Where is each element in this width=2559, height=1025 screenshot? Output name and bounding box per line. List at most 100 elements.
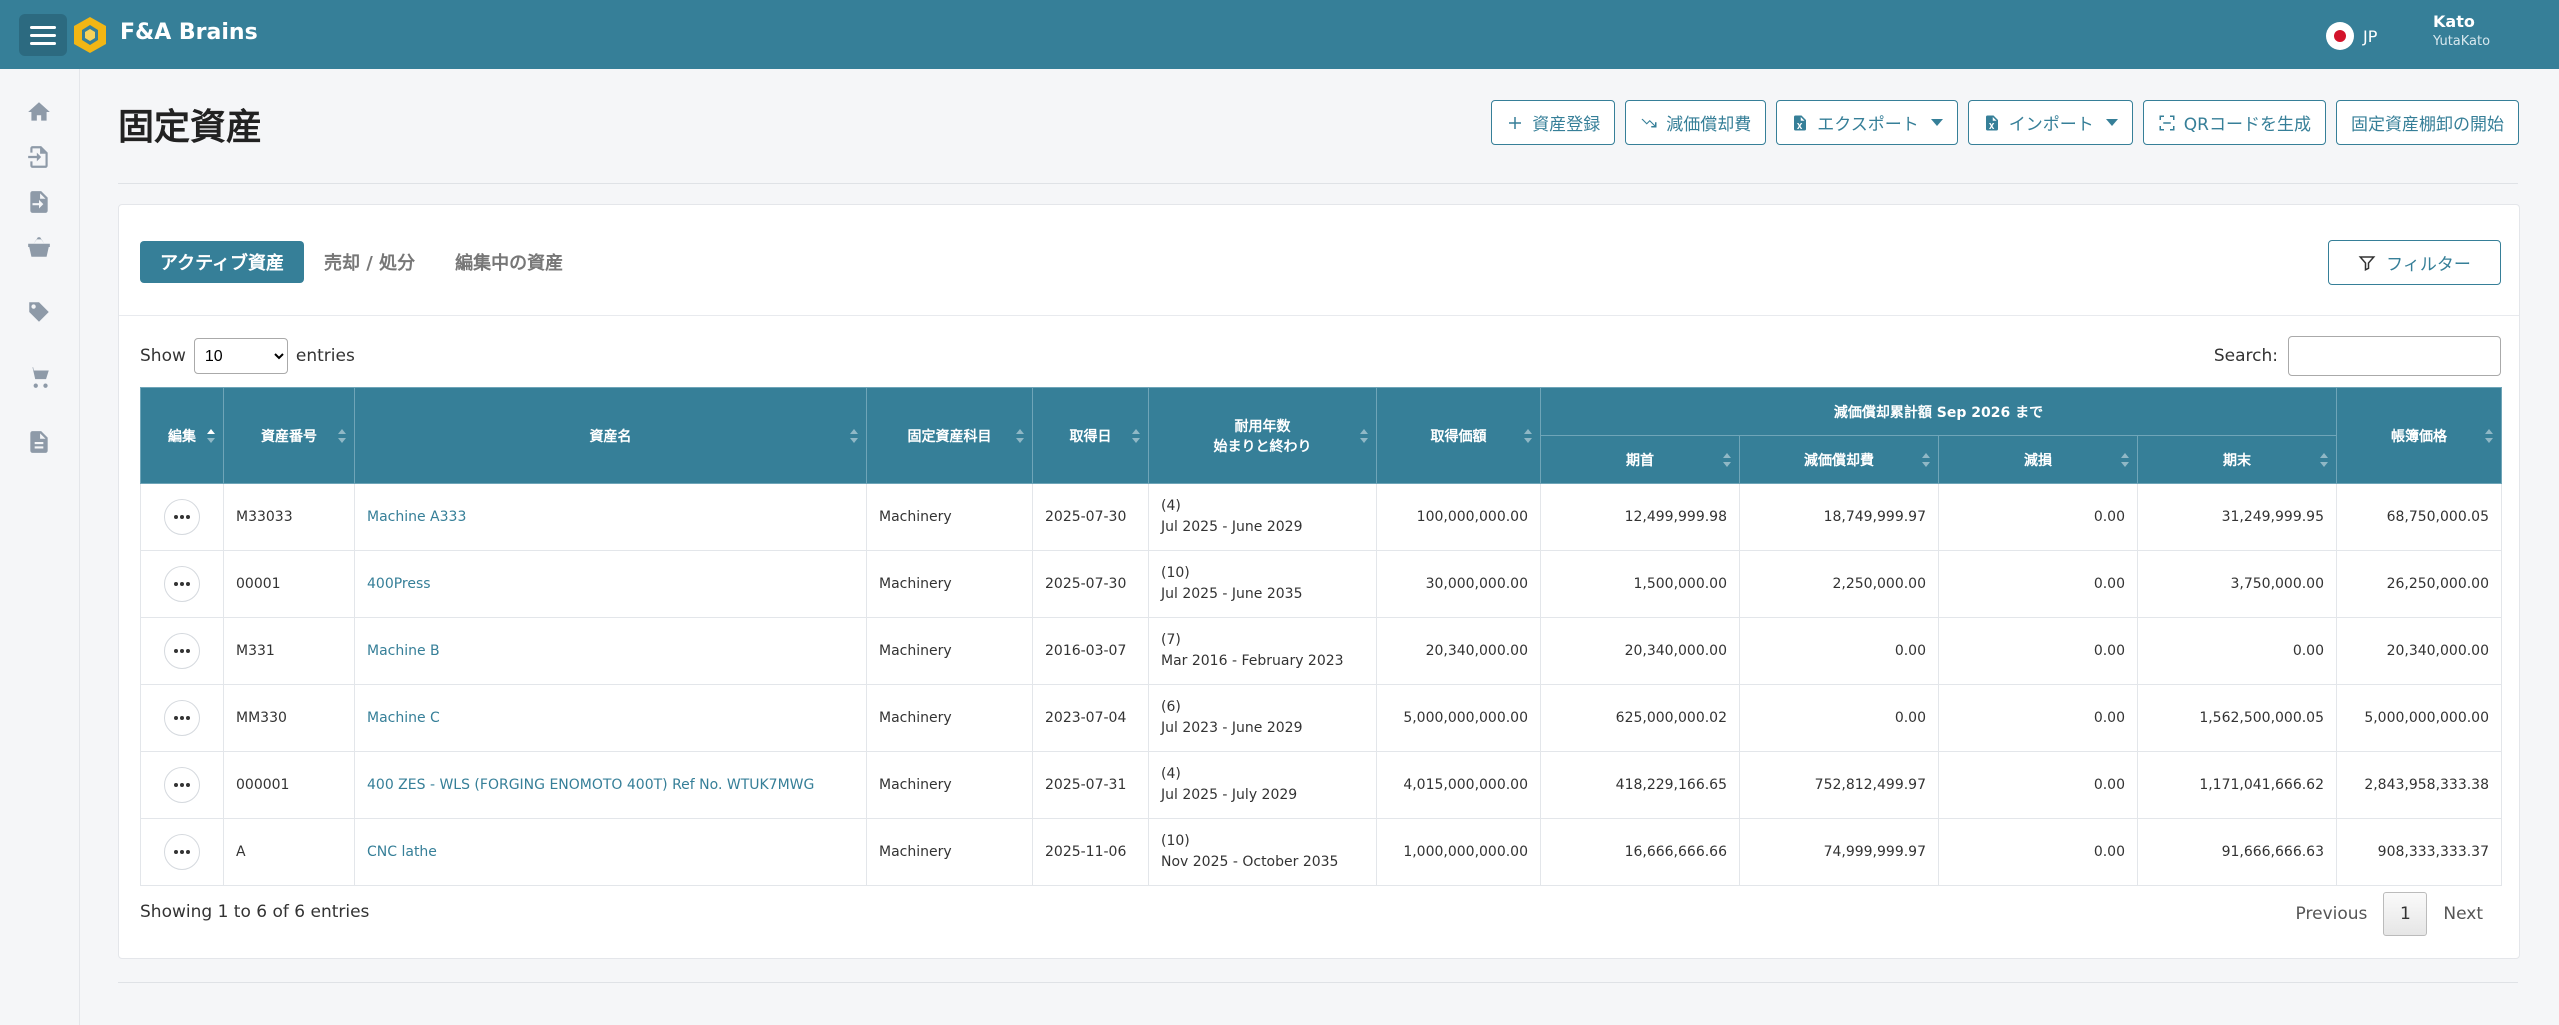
tag-icon[interactable]: [26, 299, 52, 325]
page-length-select[interactable]: 10: [193, 338, 288, 374]
asset-name-link[interactable]: Machine B: [367, 643, 440, 659]
book-value-cell: 26,250,000.00: [2336, 550, 2502, 618]
column-header-label: 取得日: [1069, 428, 1112, 445]
acquisition-value-cell: 100,000,000.00: [1376, 483, 1541, 551]
next-page-button[interactable]: Next: [2427, 892, 2499, 936]
asset-no-cell: M331: [223, 617, 355, 685]
acquisition-value-cell: 30,000,000.00: [1376, 550, 1541, 618]
column-group-label: 減価償却累計額 Sep 2026 まで: [1833, 404, 2044, 421]
cart-icon[interactable]: [26, 364, 52, 390]
language-selector[interactable]: JP: [2326, 22, 2377, 50]
home-icon[interactable]: [26, 99, 52, 125]
more-dots-icon: [174, 783, 190, 787]
sort-icon: [1723, 452, 1731, 467]
table-row: A CNC lathe Machinery 2025-11-06 (10) Nov 202…: [140, 818, 2502, 886]
depreciation-label: 減価償却費: [1666, 115, 1752, 135]
search-input[interactable]: [2288, 336, 2501, 376]
asset-name-link[interactable]: Machine C: [367, 710, 440, 726]
acquisition-value-cell: 5,000,000,000.00: [1376, 684, 1541, 752]
impairment-cell: 0.00: [1938, 550, 2138, 618]
column-header-label: 資産番号: [261, 428, 317, 445]
column-header-closing[interactable]: 期末: [2137, 435, 2337, 484]
column-header-label: 期末: [2223, 452, 2251, 469]
account-cell: Machinery: [866, 751, 1033, 819]
japan-flag-icon: [2326, 22, 2354, 50]
column-header-book-value[interactable]: 帳簿価格: [2336, 387, 2502, 484]
row-actions-button[interactable]: [164, 566, 200, 602]
asset-no-cell: 00001: [223, 550, 355, 618]
row-actions-button[interactable]: [164, 499, 200, 535]
column-header-asset-name[interactable]: 資産名: [354, 387, 867, 484]
useful-life-range: Nov 2025 - October 2035: [1161, 854, 1339, 870]
column-header-label: 耐用年数: [1234, 418, 1291, 435]
export-file-icon[interactable]: [26, 189, 52, 215]
column-header-acquired-date[interactable]: 取得日: [1032, 387, 1149, 484]
filter-button[interactable]: フィルター: [2328, 240, 2501, 285]
column-header-impairment[interactable]: 減損: [1938, 435, 2138, 484]
sort-icon: [207, 428, 215, 443]
column-header-asset-no[interactable]: 資産番号: [223, 387, 355, 484]
brand-logo-icon: [74, 17, 106, 53]
tab-sold-disposed[interactable]: 売却 / 処分: [304, 241, 435, 283]
sidebar: [0, 69, 80, 1025]
opening-cell: 16,666,666.66: [1540, 818, 1740, 886]
opening-cell: 1,500,000.00: [1540, 550, 1740, 618]
excel-file-icon: [1985, 115, 1998, 130]
import-dropdown-button[interactable]: インポート: [1967, 100, 2133, 145]
opening-cell: 20,340,000.00: [1540, 617, 1740, 685]
sort-icon: [1922, 452, 1930, 467]
acquired-date-cell: 2023-07-04: [1032, 684, 1149, 752]
useful-life-cell: (4) Jul 2025 - July 2029: [1148, 751, 1377, 819]
column-header-useful-life[interactable]: 耐用年数 始まりと終わり: [1148, 387, 1377, 484]
start-inventory-button[interactable]: 固定資産棚卸の開始: [2336, 100, 2519, 145]
generate-qr-button[interactable]: QRコードを生成: [2142, 100, 2326, 145]
depreciation-cell: 0.00: [1739, 617, 1939, 685]
acquired-date-cell: 2025-07-31: [1032, 751, 1149, 819]
asset-name-link[interactable]: Machine A333: [367, 509, 466, 525]
asset-name-link[interactable]: 400 ZES - WLS (FORGING ENOMOTO 400T) Ref…: [367, 777, 814, 793]
export-label: エクスポート: [1817, 115, 1919, 135]
page-number-button[interactable]: 1: [2383, 892, 2428, 936]
impairment-cell: 0.00: [1938, 483, 2138, 551]
more-dots-icon: [174, 649, 190, 653]
import-file-icon[interactable]: [26, 144, 52, 170]
account-cell: Machinery: [866, 818, 1033, 886]
import-label: インポート: [2008, 115, 2094, 135]
column-header-label: 減損: [2024, 452, 2052, 469]
tab-editing-assets[interactable]: 編集中の資産: [435, 241, 583, 283]
register-asset-button[interactable]: 資産登録: [1491, 100, 1616, 145]
column-header-acquisition-value[interactable]: 取得価額: [1376, 387, 1541, 484]
row-actions-button[interactable]: [164, 700, 200, 736]
row-actions-button[interactable]: [164, 767, 200, 803]
edit-cell: [140, 818, 224, 886]
column-header-account[interactable]: 固定資産科目: [866, 387, 1033, 484]
depreciation-cell: 752,812,499.97: [1739, 751, 1939, 819]
column-header-opening[interactable]: 期首: [1540, 435, 1740, 484]
plus-icon: [1509, 116, 1522, 129]
depreciation-cell: 18,749,999.97: [1739, 483, 1939, 551]
export-dropdown-button[interactable]: エクスポート: [1776, 100, 1958, 145]
useful-life-range: Jul 2025 - July 2029: [1161, 787, 1298, 803]
tab-active-assets[interactable]: アクティブ資産: [140, 241, 305, 283]
previous-page-button[interactable]: Previous: [2280, 892, 2384, 936]
closing-cell: 91,666,666.63: [2137, 818, 2337, 886]
column-header-edit[interactable]: 編集: [140, 387, 224, 484]
useful-life-range: Jul 2025 - June 2035: [1161, 586, 1303, 602]
asset-name-link[interactable]: 400Press: [367, 576, 431, 592]
depreciation-button[interactable]: 減価償却費: [1625, 100, 1767, 145]
user-menu[interactable]: Kato YutaKato: [2433, 12, 2490, 49]
menu-toggle-button[interactable]: [19, 14, 67, 56]
closing-cell: 1,171,041,666.62: [2137, 751, 2337, 819]
asset-name-link[interactable]: CNC lathe: [367, 844, 437, 860]
row-actions-button[interactable]: [164, 633, 200, 669]
column-header-depreciation[interactable]: 減価償却費: [1739, 435, 1939, 484]
edit-cell: [140, 751, 224, 819]
acquisition-value-cell: 20,340,000.00: [1376, 617, 1541, 685]
asset-no-cell: 000001: [223, 751, 355, 819]
row-actions-button[interactable]: [164, 834, 200, 870]
document-icon[interactable]: [26, 429, 52, 455]
page-title: 固定資産: [118, 107, 263, 148]
qr-scan-icon: [2159, 115, 2175, 130]
basket-icon[interactable]: [26, 234, 52, 260]
column-header-label: 帳簿価格: [2391, 428, 2447, 445]
